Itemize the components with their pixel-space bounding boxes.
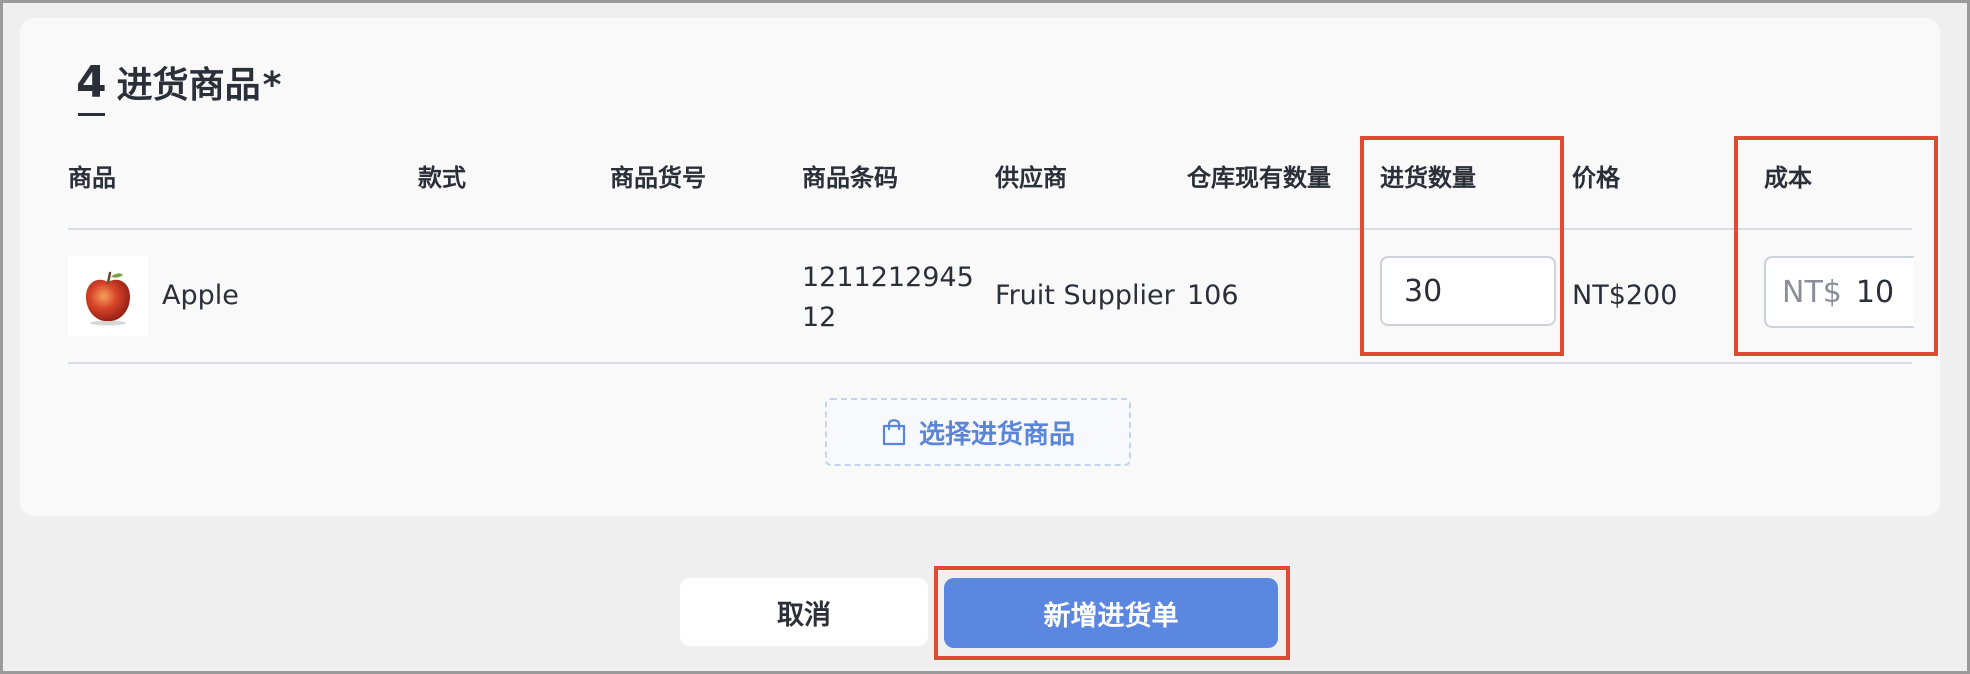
header-barcode: 商品条码 xyxy=(802,164,898,192)
supplier-name: Fruit Supplier xyxy=(995,280,1175,311)
select-products-label: 选择进货商品 xyxy=(918,419,1075,450)
cost-field[interactable]: NT$ xyxy=(1764,256,1914,328)
cost-input[interactable] xyxy=(1841,274,1914,310)
create-purchase-order-button[interactable]: 新增进货单 xyxy=(944,578,1278,648)
header-price: 价格 xyxy=(1572,164,1620,192)
header-sku: 商品货号 xyxy=(610,164,706,192)
header-stock: 仓库现有数量 xyxy=(1187,164,1331,192)
purchase-items-card: 4 进货商品 * 商品 款式 商品货号 商品条码 供应商 仓库现有数量 进货数量… xyxy=(20,18,1940,516)
section-title-text: 进货商品 xyxy=(116,65,261,106)
select-products-button[interactable]: 选择进货商品 xyxy=(825,398,1131,466)
header-quantity: 进货数量 xyxy=(1380,164,1476,192)
step-number: 4 xyxy=(76,57,107,116)
header-supplier: 供应商 xyxy=(995,164,1067,192)
barcode-line-1: 1211212945 xyxy=(802,262,974,293)
apple-icon xyxy=(86,271,130,326)
header-style: 款式 xyxy=(418,164,466,192)
unit-price: NT$200 xyxy=(1572,280,1678,311)
header-cost: 成本 xyxy=(1764,164,1812,192)
header-divider xyxy=(68,228,1912,230)
apple-image xyxy=(68,256,148,336)
row-divider xyxy=(68,362,1912,364)
stock-count: 106 xyxy=(1187,280,1239,311)
required-mark: * xyxy=(262,65,282,106)
cancel-button[interactable]: 取消 xyxy=(680,578,928,646)
product-name: Apple xyxy=(162,280,239,311)
section-title: 4 进货商品 * xyxy=(76,56,282,116)
quantity-input[interactable] xyxy=(1380,256,1556,326)
barcode-line-2: 12 xyxy=(802,302,837,333)
shopping-bag-icon xyxy=(882,419,906,446)
cost-currency-prefix: NT$ xyxy=(1782,274,1842,310)
header-product: 商品 xyxy=(68,164,116,192)
